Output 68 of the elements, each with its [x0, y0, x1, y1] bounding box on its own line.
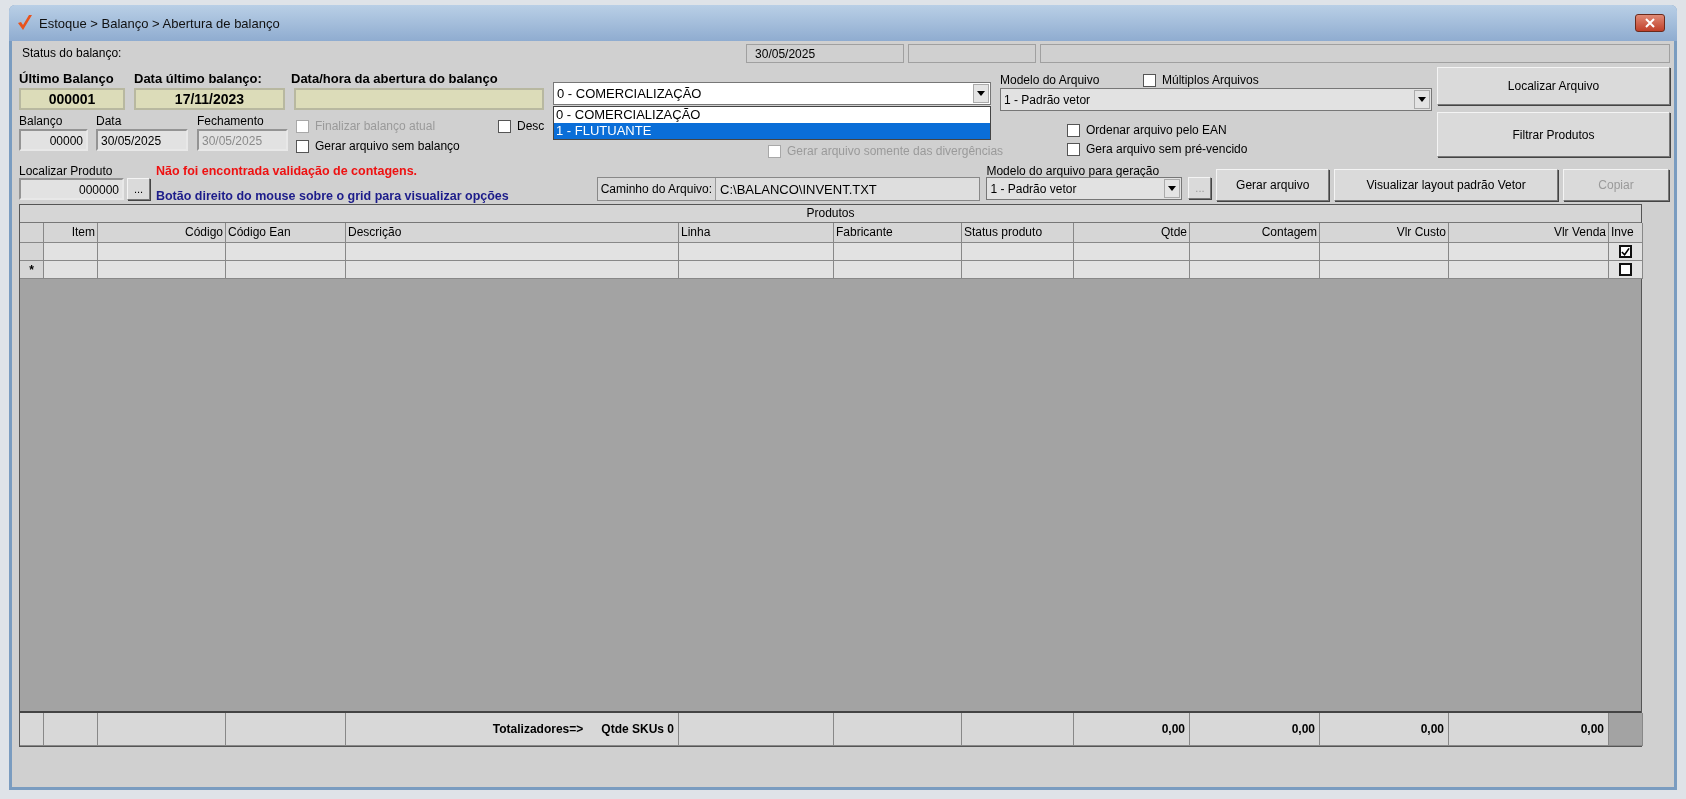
file-model-dropdown[interactable]: 1 - Padrão vetor	[1000, 88, 1432, 111]
side-button[interactable]: Localizar Arquivo	[1437, 67, 1670, 105]
column-header[interactable]: Status produto	[962, 223, 1074, 243]
table-cell	[44, 243, 98, 261]
dropdown-arrow-icon	[1168, 186, 1177, 191]
dropdown-arrow-icon	[1418, 97, 1426, 102]
sku-count: Qtde SKUs 0	[601, 722, 674, 736]
close-icon	[1645, 18, 1655, 28]
column-header[interactable]: Vlr Venda	[1449, 223, 1609, 243]
checkbox-label: Múltiplos Arquivos	[1162, 73, 1259, 87]
checkbox-label: Desc	[517, 119, 545, 133]
side-button[interactable]: Filtrar Produtos	[1437, 112, 1670, 157]
total-value: 0,00	[1161, 722, 1185, 736]
column-header[interactable]: Fabricante	[834, 223, 962, 243]
status-label: Status do balanço:	[21, 46, 123, 60]
field-label: Data/hora da abertura do balanço	[291, 71, 498, 88]
column-header[interactable]: Item	[44, 223, 98, 243]
total-value: 0,00	[1580, 722, 1604, 736]
field-label: Último Balanço	[19, 71, 115, 88]
action-button[interactable]: Gerar arquivo	[1216, 169, 1330, 201]
last-balance-date-field: 17/11/2023	[134, 88, 285, 110]
column-header[interactable]: Linha	[679, 223, 834, 243]
status-date-panel: 30/05/2025	[746, 43, 904, 63]
dropdown-option[interactable]: 1 - FLUTUANTE	[554, 123, 990, 139]
field-label: Modelo do Arquivo	[1000, 73, 1101, 87]
totals-row-header	[20, 713, 44, 746]
totals-label: Totalizadores=>	[492, 722, 584, 736]
product-search-field[interactable]: 000000	[19, 178, 124, 200]
generation-model-dropdown[interactable]: 1 - Padrão vetor	[986, 177, 1183, 200]
column-header[interactable]: Vlr Custo	[1320, 223, 1449, 243]
window-title: Estoque > Balanço > Abertura de balanço	[39, 15, 281, 31]
input-field[interactable]: 00000	[19, 129, 88, 151]
dropdown-arrow-icon	[977, 91, 985, 96]
field-label: Fechamento	[197, 114, 265, 129]
app-logo-icon	[17, 14, 33, 32]
table-cell	[44, 261, 98, 279]
message-text: Não foi encontrada validação de contagens.	[155, 164, 419, 178]
file-path-value: C:\BALANCO\INVENT.TXT	[716, 178, 980, 200]
column-header[interactable]: Qtde	[1074, 223, 1190, 243]
type-dropdown[interactable]: 0 - COMERCIALIZAÇÃO	[553, 82, 991, 105]
field-label: Modelo do arquivo para geração	[986, 164, 1161, 178]
new-row-marker: *	[29, 262, 34, 277]
message-text: Botão direito do mouse sobre o grid para visualizar opções	[155, 189, 510, 203]
field-label: Localizar Produto	[19, 164, 114, 178]
field-label: Balanço	[19, 114, 64, 129]
grid-title: Produtos	[20, 205, 1641, 223]
column-header[interactable]: Código	[98, 223, 226, 243]
field-label: Data	[96, 114, 123, 129]
row-header-cell	[20, 223, 44, 243]
checkbox-label: Gera arquivo sem pré-vencido	[1086, 142, 1248, 156]
close-button[interactable]	[1635, 14, 1665, 32]
row-header-cell[interactable]	[20, 243, 44, 261]
column-header[interactable]: Contagem	[1190, 223, 1320, 243]
input-field[interactable]: 30/05/2025	[96, 129, 188, 151]
checkbox-label: Gerar arquivo sem balanço	[315, 139, 460, 153]
action-button[interactable]: Visualizar layout padrão Vetor	[1334, 169, 1559, 201]
last-balance-field: 000001	[19, 88, 125, 110]
total-value: 0,00	[1291, 722, 1315, 736]
totals-cell	[44, 713, 98, 746]
row-header-cell[interactable]: *	[20, 261, 44, 279]
total-value: 0,00	[1420, 722, 1444, 736]
column-header[interactable]: Código Ean	[226, 223, 346, 243]
column-header[interactable]: Descrição	[346, 223, 679, 243]
checkbox-label: Ordenar arquivo pelo EAN	[1086, 123, 1227, 137]
column-header[interactable]: Inve	[1609, 223, 1643, 243]
field-label: Data último balanço:	[134, 71, 263, 88]
dropdown-option[interactable]: 0 - COMERCIALIZAÇÃO	[554, 107, 990, 123]
browse-button[interactable]: ...	[127, 178, 150, 200]
